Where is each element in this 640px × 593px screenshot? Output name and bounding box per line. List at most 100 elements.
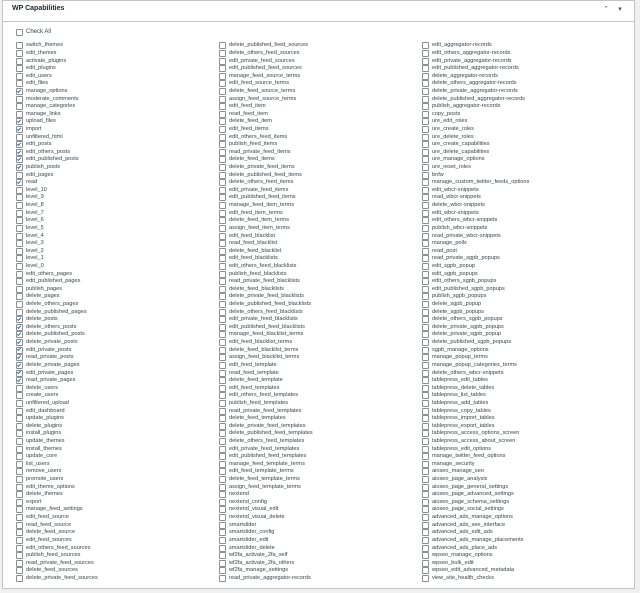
capability-checkbox[interactable] bbox=[422, 49, 429, 57]
capability-checkbox[interactable] bbox=[16, 476, 23, 484]
capability-item[interactable]: edit_theme_options bbox=[16, 483, 98, 491]
capability-checkbox[interactable] bbox=[219, 57, 226, 65]
capability-item[interactable]: delete_users bbox=[16, 384, 98, 392]
capability-checkbox[interactable] bbox=[16, 536, 23, 544]
capability-item[interactable]: level_5 bbox=[16, 224, 98, 233]
capability-checkbox[interactable] bbox=[219, 536, 226, 544]
capability-item[interactable]: manage_twitter_feed_options bbox=[422, 453, 529, 461]
capability-checkbox[interactable] bbox=[16, 133, 23, 141]
capability-checkbox[interactable] bbox=[16, 255, 23, 263]
capability-item[interactable]: level_8 bbox=[16, 202, 98, 210]
capability-item[interactable]: edit_feed_blacklist bbox=[219, 232, 313, 240]
capability-checkbox[interactable] bbox=[219, 285, 226, 293]
capability-checkbox[interactable] bbox=[422, 65, 429, 73]
capability-item[interactable]: update_plugins bbox=[16, 415, 98, 423]
capability-item[interactable]: manage_feed_blacklist_terms bbox=[219, 331, 313, 339]
capability-item[interactable]: publish_feed_sources bbox=[16, 552, 98, 560]
capability-item[interactable]: tablepress_export_tables bbox=[422, 422, 529, 430]
capability-checkbox[interactable] bbox=[422, 346, 429, 354]
capability-item[interactable]: delete_feed_item_terms bbox=[219, 217, 313, 225]
capability-item[interactable]: tablepress_edit_tables bbox=[422, 377, 529, 385]
capability-checkbox[interactable] bbox=[16, 301, 23, 309]
capability-checkbox[interactable] bbox=[219, 316, 226, 324]
capability-item[interactable]: delete_private_feed_items bbox=[219, 164, 313, 172]
capability-item[interactable]: edit_published_sgpb_popups bbox=[422, 285, 529, 294]
capability-item[interactable]: level_6 bbox=[16, 217, 98, 225]
capability-checkbox[interactable] bbox=[422, 247, 429, 255]
capability-item[interactable]: level_10 bbox=[16, 186, 98, 195]
capability-checkbox[interactable] bbox=[16, 141, 23, 149]
capability-checkbox[interactable] bbox=[422, 415, 429, 423]
capability-item[interactable]: delete_private_pages bbox=[16, 361, 98, 370]
capability-item[interactable]: read bbox=[16, 179, 98, 187]
capability-item[interactable]: edit_feed_source bbox=[16, 514, 98, 522]
capability-item[interactable]: publish_feed_templates bbox=[219, 399, 313, 408]
capability-checkbox[interactable] bbox=[422, 103, 429, 111]
chevron-up-icon[interactable]: ⌃ bbox=[601, 5, 611, 15]
capability-checkbox[interactable] bbox=[219, 110, 226, 118]
capability-checkbox[interactable] bbox=[16, 65, 23, 73]
capability-item[interactable]: edit_sgpb_popup bbox=[422, 262, 529, 271]
capability-checkbox[interactable] bbox=[219, 559, 226, 567]
capability-checkbox[interactable] bbox=[219, 445, 226, 453]
capability-checkbox[interactable] bbox=[219, 399, 226, 407]
capability-checkbox[interactable] bbox=[422, 567, 429, 575]
capability-checkbox[interactable] bbox=[16, 270, 23, 278]
capability-checkbox[interactable] bbox=[422, 308, 429, 316]
capability-checkbox[interactable] bbox=[16, 384, 23, 392]
capability-checkbox[interactable] bbox=[16, 118, 23, 126]
capability-checkbox[interactable] bbox=[422, 224, 429, 232]
capability-item[interactable]: import bbox=[16, 126, 98, 134]
capability-item[interactable]: smartslider_delete bbox=[219, 544, 313, 552]
capability-checkbox[interactable] bbox=[16, 80, 23, 88]
capability-item[interactable]: ure_create_roles bbox=[422, 126, 529, 134]
capability-item[interactable]: edit_private_feed_templates bbox=[219, 445, 313, 453]
capability-checkbox[interactable] bbox=[422, 460, 429, 468]
capability-item[interactable]: level_3 bbox=[16, 240, 98, 248]
capability-item[interactable]: read_wbcr-snippets bbox=[422, 194, 529, 202]
capability-checkbox[interactable] bbox=[16, 453, 23, 461]
capability-item[interactable]: advanced_ads_manage_placements bbox=[422, 536, 529, 545]
capability-item[interactable]: edit_published_pages bbox=[16, 278, 98, 286]
capability-checkbox[interactable] bbox=[16, 407, 23, 415]
capability-item[interactable]: edit_feed_templates bbox=[219, 384, 313, 392]
capability-item[interactable]: edit_others_feed_sources bbox=[16, 544, 98, 552]
capability-item[interactable]: read_feed_blacklist bbox=[219, 240, 313, 248]
capability-item[interactable]: level_0 bbox=[16, 262, 98, 271]
capability-checkbox[interactable] bbox=[219, 186, 226, 194]
capability-checkbox[interactable] bbox=[219, 308, 226, 316]
capability-checkbox[interactable] bbox=[16, 468, 23, 476]
capability-item[interactable]: edit_private_pages bbox=[16, 369, 98, 377]
capability-item[interactable]: delete_others_feed_blacklists bbox=[219, 308, 313, 316]
capability-checkbox[interactable] bbox=[219, 255, 226, 263]
capability-checkbox[interactable] bbox=[16, 156, 23, 164]
capability-item[interactable]: wpseo_edit_advanced_metadata bbox=[422, 567, 529, 575]
capability-checkbox[interactable] bbox=[422, 468, 429, 476]
capability-checkbox[interactable] bbox=[422, 392, 429, 400]
capability-item[interactable]: manage_popup_categories_terms bbox=[422, 361, 529, 370]
capability-checkbox[interactable] bbox=[422, 354, 429, 362]
capability-checkbox[interactable] bbox=[16, 559, 23, 567]
capability-checkbox[interactable] bbox=[219, 240, 226, 248]
capability-item[interactable]: delete_others_wbcr-snippets bbox=[422, 369, 529, 377]
capability-item[interactable]: edit_files bbox=[16, 80, 98, 88]
capability-checkbox[interactable] bbox=[219, 247, 226, 255]
capability-checkbox[interactable] bbox=[16, 422, 23, 430]
capability-checkbox[interactable] bbox=[16, 415, 23, 423]
capability-item[interactable]: aioseo_page_schema_settings bbox=[422, 498, 529, 507]
capability-checkbox[interactable] bbox=[16, 377, 23, 385]
capability-checkbox[interactable] bbox=[16, 209, 23, 217]
capability-item[interactable]: tablepress_list_tables bbox=[422, 392, 529, 400]
capability-item[interactable]: manage_options bbox=[16, 87, 98, 96]
capability-item[interactable]: delete_feed_items bbox=[219, 156, 313, 164]
capability-item[interactable]: nextend_config bbox=[219, 498, 313, 507]
capability-checkbox[interactable] bbox=[219, 232, 226, 240]
capability-item[interactable]: edit_published_feed_blacklists bbox=[219, 323, 313, 332]
capability-checkbox[interactable] bbox=[219, 476, 226, 484]
capability-checkbox[interactable] bbox=[219, 392, 226, 400]
capability-item[interactable]: manage_links bbox=[16, 110, 98, 118]
capability-item[interactable]: sgpb_manage_options bbox=[422, 346, 529, 354]
capability-checkbox[interactable] bbox=[16, 240, 23, 248]
capability-checkbox[interactable] bbox=[422, 369, 429, 377]
capability-checkbox[interactable] bbox=[422, 399, 429, 407]
